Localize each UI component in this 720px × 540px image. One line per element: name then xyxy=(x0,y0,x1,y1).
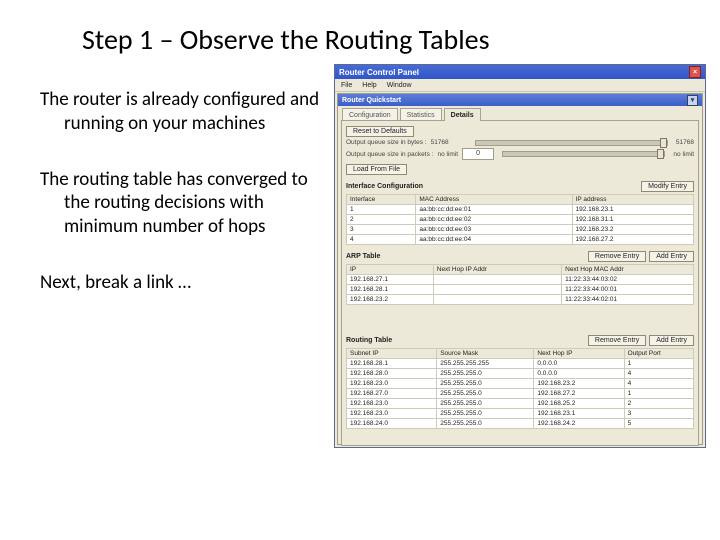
rt-h1[interactable]: Subnet IP xyxy=(347,349,437,359)
table-row[interactable]: 1aa:bb:cc:dd:ee:01192.168.23.1 xyxy=(347,205,694,215)
table-row[interactable]: 192.168.27.111:22:33:44:03:02 xyxy=(347,275,694,285)
window-titlebar[interactable]: Router Control Panel × xyxy=(335,65,705,79)
arp-h2[interactable]: Next Hop IP Addr xyxy=(433,265,561,275)
table-row[interactable]: 2aa:bb:cc:dd:ee:02192.168.31.1 xyxy=(347,215,694,225)
panel-title-text: Router Quickstart xyxy=(342,97,401,104)
close-icon[interactable]: × xyxy=(689,66,701,78)
table-row[interactable]: 192.168.23.0255.255.255.0192.168.23.13 xyxy=(347,409,694,419)
para-1: The router is already configured and run… xyxy=(40,88,330,136)
iface-h1[interactable]: Interface xyxy=(347,195,416,205)
queue-packets-input[interactable]: 0 xyxy=(462,148,494,160)
arp-table-heading: ARP Table xyxy=(346,253,380,260)
queue-packets-label: Output queue size in packets : xyxy=(346,151,433,158)
iface-h3[interactable]: IP address xyxy=(572,195,693,205)
iface-h2[interactable]: MAC Address xyxy=(416,195,572,205)
arp-add-button[interactable]: Add Entry xyxy=(649,251,694,262)
table-row[interactable]: 192.168.28.0255.255.255.00.0.0.04 xyxy=(347,369,694,379)
interface-table: Interface MAC Address IP address 1aa:bb:… xyxy=(346,194,694,245)
arp-header-row: IP Next Hop IP Addr Next Hop MAC Addr xyxy=(347,265,694,275)
load-from-file-button[interactable]: Load From File xyxy=(346,164,407,175)
table-row[interactable]: 192.168.27.0255.255.255.0192.168.27.21 xyxy=(347,389,694,399)
arp-remove-button[interactable]: Remove Entry xyxy=(588,251,646,262)
rt-h4[interactable]: Output Port xyxy=(624,349,693,359)
panel-title: Router Quickstart ▾ xyxy=(338,94,702,106)
para-3: Next, break a link … xyxy=(40,271,330,295)
arp-h3[interactable]: Next Hop MAC Addr xyxy=(562,265,694,275)
routing-table: Subnet IP Source Mask Next Hop IP Output… xyxy=(346,348,694,429)
arp-table: IP Next Hop IP Addr Next Hop MAC Addr 19… xyxy=(346,264,694,305)
queue-bytes-value: 51768 xyxy=(431,139,467,146)
table-row[interactable]: 192.168.28.1255.255.255.2550.0.0.01 xyxy=(347,359,694,369)
rt-add-button[interactable]: Add Entry xyxy=(649,335,694,346)
queue-bytes-slider[interactable] xyxy=(475,140,668,146)
queue-packets-value: no limit xyxy=(437,151,458,158)
panel-minimize-icon[interactable]: ▾ xyxy=(687,95,698,106)
table-row[interactable]: 192.168.23.0255.255.255.0192.168.23.24 xyxy=(347,379,694,389)
interface-config-heading: Interface Configuration xyxy=(346,183,423,190)
queue-bytes-label: Output queue size in bytes : xyxy=(346,139,427,146)
rt-header-row: Subnet IP Source Mask Next Hop IP Output… xyxy=(347,349,694,359)
queue-bytes-right: 51768 xyxy=(676,139,694,146)
menu-help[interactable]: Help xyxy=(362,82,376,89)
menu-bar: File Help Window xyxy=(335,79,705,92)
reset-defaults-button[interactable]: Reset to Defaults xyxy=(346,126,414,137)
arp-h1[interactable]: IP xyxy=(347,265,434,275)
details-tab-panel: Reset to Defaults Output queue size in b… xyxy=(341,120,699,446)
routing-table-heading: Routing Table xyxy=(346,337,392,344)
slide-title: Step 1 – Observe the Routing Tables xyxy=(82,22,490,57)
menu-file[interactable]: File xyxy=(341,82,352,89)
table-row[interactable]: 192.168.24.0255.255.255.0192.168.24.25 xyxy=(347,419,694,429)
rt-h2[interactable]: Source Mask xyxy=(437,349,534,359)
table-row[interactable]: 192.168.23.211:22:33:44:02:01 xyxy=(347,295,694,305)
table-row[interactable]: 192.168.28.111:22:33:44:00:01 xyxy=(347,285,694,295)
window-title: Router Control Panel xyxy=(339,68,419,77)
iface-header-row: Interface MAC Address IP address xyxy=(347,195,694,205)
table-row[interactable]: 192.168.23.0255.255.255.0192.168.25.22 xyxy=(347,399,694,409)
router-window: Router Control Panel × File Help Window … xyxy=(334,64,706,448)
quickstart-panel: Router Quickstart ▾ Configuration Statis… xyxy=(337,93,703,445)
table-row[interactable]: 4aa:bb:cc:dd:ee:04192.168.27.2 xyxy=(347,235,694,245)
menu-window[interactable]: Window xyxy=(387,82,412,89)
tab-details[interactable]: Details xyxy=(444,108,481,121)
iface-modify-button[interactable]: Modify Entry xyxy=(641,181,694,192)
tabs: Configuration Statistics Details xyxy=(338,108,702,120)
body-text: The router is already configured and run… xyxy=(40,88,330,327)
queue-packets-right: no limit xyxy=(673,151,694,158)
para-2: The routing table has converged to the r… xyxy=(40,168,330,239)
rt-h3[interactable]: Next Hop IP xyxy=(534,349,624,359)
queue-packets-slider[interactable] xyxy=(502,151,665,157)
table-row[interactable]: 3aa:bb:cc:dd:ee:03192.168.23.2 xyxy=(347,225,694,235)
rt-remove-button[interactable]: Remove Entry xyxy=(588,335,646,346)
